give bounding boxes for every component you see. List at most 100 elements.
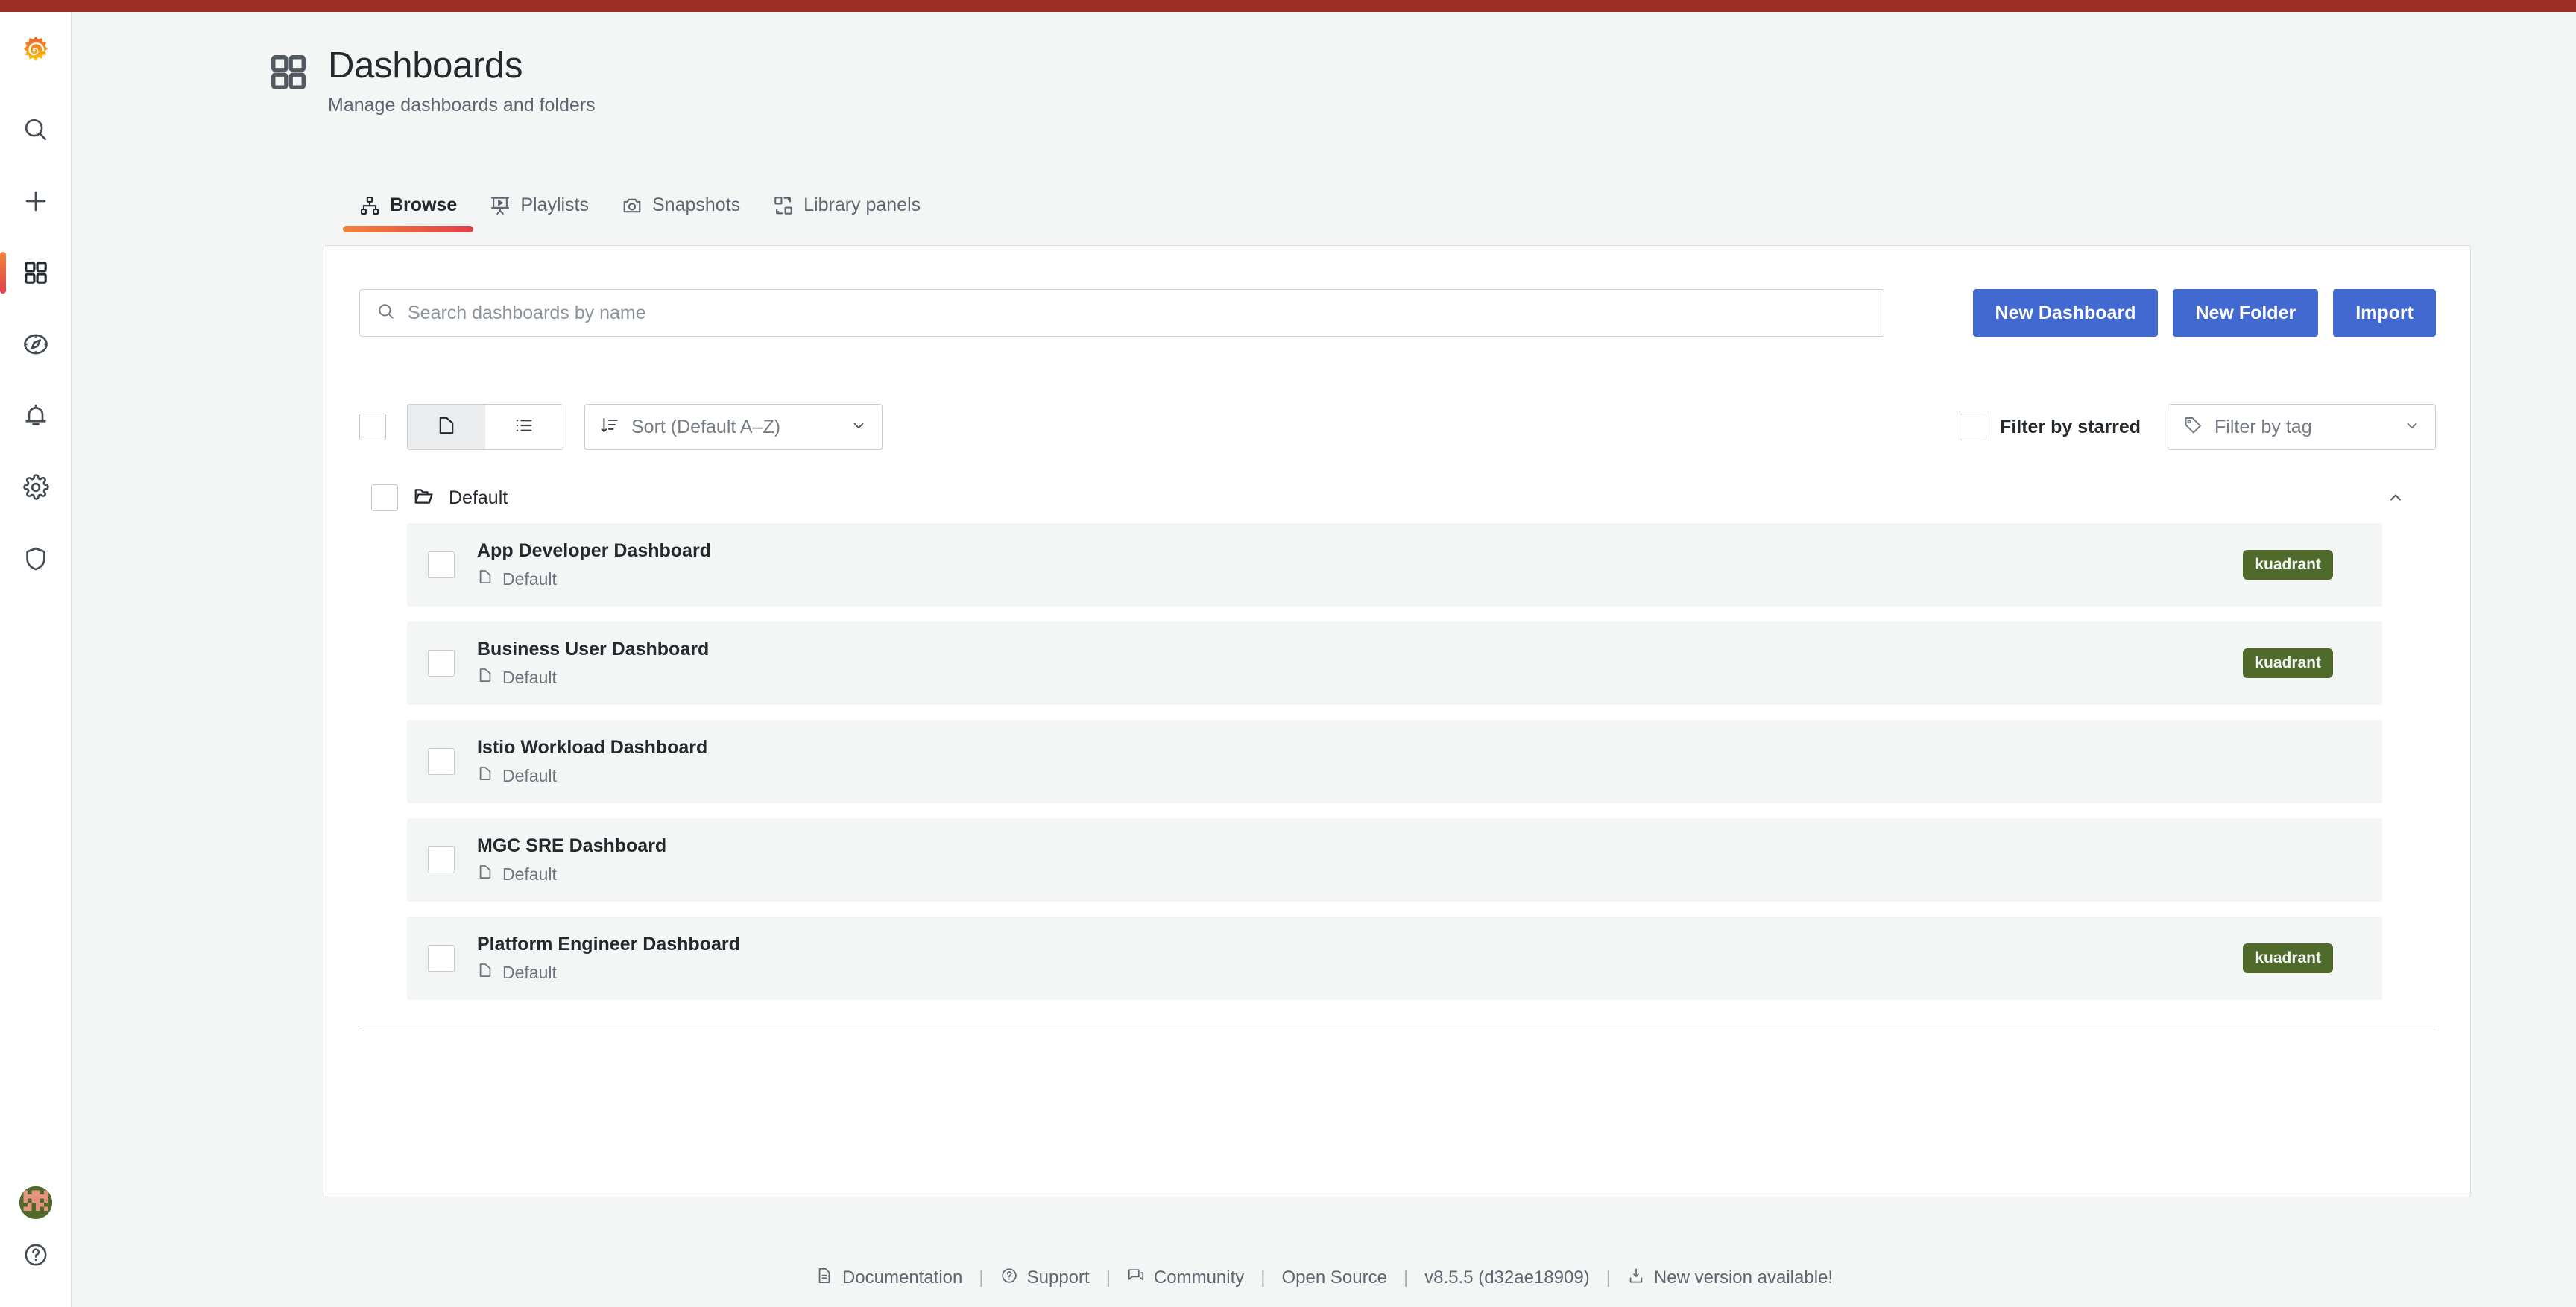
row-checkbox[interactable]: [428, 551, 455, 578]
sidebar-item-create[interactable]: [0, 165, 72, 237]
sidebar-nav: [0, 94, 72, 595]
page-header: Dashboards Manage dashboards and folders: [268, 48, 596, 116]
filter-by-starred-label: Filter by starred: [2000, 416, 2141, 437]
folder-view-toggle[interactable]: [408, 405, 485, 449]
sort-select-value: Sort (Default A–Z): [631, 416, 781, 437]
page-content: Dashboards Manage dashboards and folders…: [72, 12, 2576, 1307]
status-badge[interactable]: kuadrant: [2243, 648, 2333, 679]
search-input[interactable]: [408, 302, 1867, 324]
filter-by-tag-select[interactable]: Filter by tag: [2168, 404, 2436, 450]
help-icon[interactable]: [0, 1219, 72, 1291]
folder-icon: [477, 864, 493, 884]
row-checkbox[interactable]: [428, 846, 455, 873]
row-tags: kuadrant: [2243, 549, 2382, 580]
document-info-icon: [815, 1267, 833, 1290]
sidebar-active-indicator: [0, 252, 6, 294]
folder-icon: [477, 962, 493, 983]
grafana-logo[interactable]: [0, 24, 72, 80]
dashboard-folder-label: Default: [502, 667, 557, 687]
import-button[interactable]: Import: [2333, 289, 2436, 337]
sidebar-bottom: [0, 1186, 72, 1307]
table-row[interactable]: Istio Workload Dashboard Default: [407, 720, 2382, 803]
footer-link-new-version[interactable]: New version available!: [1611, 1267, 1849, 1290]
footer-label: Open Source: [1281, 1268, 1387, 1288]
sidebar-item-server-admin[interactable]: [0, 523, 72, 595]
tab-browse[interactable]: Browse: [343, 194, 474, 232]
row-info: Business User Dashboard Default: [477, 639, 709, 688]
tab-label: Snapshots: [652, 194, 741, 215]
footer-link-community[interactable]: Community: [1111, 1267, 1260, 1290]
sidebar-item-configuration[interactable]: [0, 452, 72, 523]
folder-icon: [477, 569, 493, 589]
table-row[interactable]: Platform Engineer Dashboard Default kuad…: [407, 917, 2382, 1000]
new-dashboard-button[interactable]: New Dashboard: [1972, 289, 2159, 337]
page-subtitle: Manage dashboards and folders: [328, 95, 596, 115]
folder-header-default[interactable]: Default: [359, 472, 2436, 523]
dashboard-folder: Default: [477, 667, 709, 688]
presentation-play-icon: [490, 195, 511, 216]
search-box[interactable]: [359, 289, 1884, 337]
footer-link-open-source[interactable]: Open Source: [1266, 1268, 1404, 1288]
row-info: MGC SRE Dashboard Default: [477, 835, 666, 884]
sort-select[interactable]: Sort (Default A–Z): [584, 404, 883, 450]
row-info: Platform Engineer Dashboard Default: [477, 934, 740, 983]
tab-label: Library panels: [804, 194, 921, 215]
dashboard-folder: Default: [477, 864, 666, 884]
new-folder-button[interactable]: New Folder: [2173, 289, 2319, 337]
tab-snapshots[interactable]: Snapshots: [605, 194, 757, 232]
tab-playlists[interactable]: Playlists: [473, 194, 605, 232]
avatar[interactable]: [19, 1186, 52, 1219]
status-badge[interactable]: kuadrant: [2243, 549, 2333, 580]
comments-icon: [1127, 1267, 1145, 1290]
footer-label: New version available!: [1653, 1268, 1834, 1288]
row-checkbox[interactable]: [428, 650, 455, 677]
camera-icon: [622, 195, 643, 216]
select-all-checkbox[interactable]: [359, 414, 386, 440]
table-row[interactable]: App Developer Dashboard Default kuadrant: [407, 523, 2382, 607]
dashboard-title: App Developer Dashboard: [477, 540, 711, 561]
folder-open-icon: [413, 486, 434, 510]
footer-label: Documentation: [842, 1268, 963, 1288]
tag-icon: [2183, 416, 2203, 439]
dashboard-folder: Default: [477, 569, 711, 589]
sidebar-item-search[interactable]: [0, 94, 72, 165]
row-checkbox[interactable]: [428, 748, 455, 775]
tab-library-panels[interactable]: Library panels: [757, 194, 937, 232]
row-info: Istio Workload Dashboard Default: [477, 737, 707, 786]
dashboard-title: Platform Engineer Dashboard: [477, 934, 740, 955]
search-row: New Dashboard New Folder Import: [359, 289, 2436, 337]
chevron-down-icon: [834, 417, 867, 437]
filter-left-group: Sort (Default A–Z): [359, 404, 883, 450]
footer-link-support[interactable]: Support: [984, 1267, 1106, 1290]
sort-amount-down-icon: [600, 416, 619, 439]
sidebar-item-dashboards[interactable]: [0, 237, 72, 308]
page-footer: Documentation | Support | Community | Op…: [72, 1249, 2576, 1307]
list-icon: [514, 415, 534, 440]
dashboard-folder: Default: [477, 765, 707, 786]
view-toggle-group: [407, 404, 564, 450]
list-view-toggle[interactable]: [485, 405, 563, 449]
dashboard-folder: Default: [477, 962, 740, 983]
folder-icon: [477, 667, 493, 688]
chevron-up-icon[interactable]: [2387, 489, 2436, 507]
table-row[interactable]: MGC SRE Dashboard Default: [407, 818, 2382, 902]
footer-label: v8.5.5 (d32ae18909): [1424, 1268, 1590, 1288]
footer-link-documentation[interactable]: Documentation: [799, 1267, 979, 1290]
folder-checkbox[interactable]: [371, 484, 398, 511]
sidebar-item-explore[interactable]: [0, 308, 72, 380]
sidebar-item-alerting[interactable]: [0, 380, 72, 452]
row-tags: kuadrant: [2243, 943, 2382, 974]
row-checkbox[interactable]: [428, 945, 455, 972]
folder-name: Default: [449, 487, 508, 508]
dashboard-title: Istio Workload Dashboard: [477, 737, 708, 758]
filter-right-group: Filter by starred Filter by tag: [1960, 404, 2436, 450]
page-title: Dashboards: [328, 45, 523, 86]
table-row[interactable]: Business User Dashboard Default kuadrant: [407, 621, 2382, 705]
main-sidebar: [0, 12, 72, 1307]
filter-by-starred-checkbox[interactable]: [1960, 414, 1987, 440]
status-badge[interactable]: kuadrant: [2243, 943, 2333, 974]
footer-label: Community: [1153, 1268, 1245, 1288]
library-panels-icon: [773, 195, 794, 216]
tab-label: Playlists: [520, 194, 589, 215]
chevron-down-icon: [2387, 417, 2420, 437]
